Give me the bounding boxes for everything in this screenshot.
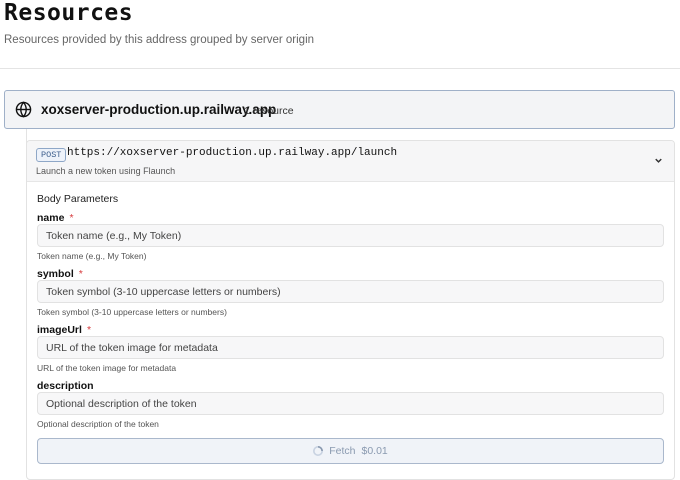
required-mark: * <box>78 268 83 280</box>
imageurl-input[interactable] <box>37 336 664 359</box>
field-name: description <box>37 380 94 392</box>
field-help-description: Optional description of the token <box>37 419 159 429</box>
resource-url: https://xoxserver-production.up.railway.… <box>67 147 398 159</box>
origin-group-header[interactable]: xoxserver-production.up.railway.app 1 re… <box>4 90 675 129</box>
page-subtitle: Resources provided by this address group… <box>4 34 315 46</box>
field-name: symbol <box>37 268 74 280</box>
method-badge: POST <box>36 148 67 162</box>
field-help-imageurl: URL of the token image for metadata <box>37 363 177 373</box>
resource-count: 1 resource <box>244 105 294 117</box>
field-label-symbol: symbol * <box>37 268 83 280</box>
field-help-name: Token name (e.g., My Token) <box>37 251 147 261</box>
resource-header[interactable]: POST https://xoxserver-production.up.rai… <box>27 141 674 182</box>
fetch-price: $0.01 <box>361 445 388 457</box>
resource-panel: POST https://xoxserver-production.up.rai… <box>26 140 675 480</box>
required-mark: * <box>69 212 74 224</box>
resource-description: Launch a new token using Flaunch <box>36 166 176 176</box>
field-name: name <box>37 212 65 224</box>
symbol-input[interactable] <box>37 280 664 303</box>
field-name: imageUrl <box>37 324 82 336</box>
chevron-down-icon[interactable] <box>653 155 664 166</box>
globe-icon <box>15 101 32 118</box>
page-title: Resources <box>4 0 134 26</box>
header-divider <box>0 68 680 69</box>
fetch-label: Fetch <box>329 445 356 457</box>
fetch-button[interactable]: Fetch $0.01 <box>37 438 664 464</box>
description-input[interactable] <box>37 392 664 415</box>
field-label-name: name * <box>37 212 74 224</box>
field-label-description: description <box>37 380 94 392</box>
body-parameters-title: Body Parameters <box>37 193 119 205</box>
spinner-icon <box>313 446 324 456</box>
origin-host: xoxserver-production.up.railway.app <box>41 102 277 117</box>
name-input[interactable] <box>37 224 664 247</box>
field-help-symbol: Token symbol (3-10 uppercase letters or … <box>37 307 227 317</box>
required-mark: * <box>86 324 92 336</box>
field-label-imageurl: imageUrl * <box>37 324 91 336</box>
